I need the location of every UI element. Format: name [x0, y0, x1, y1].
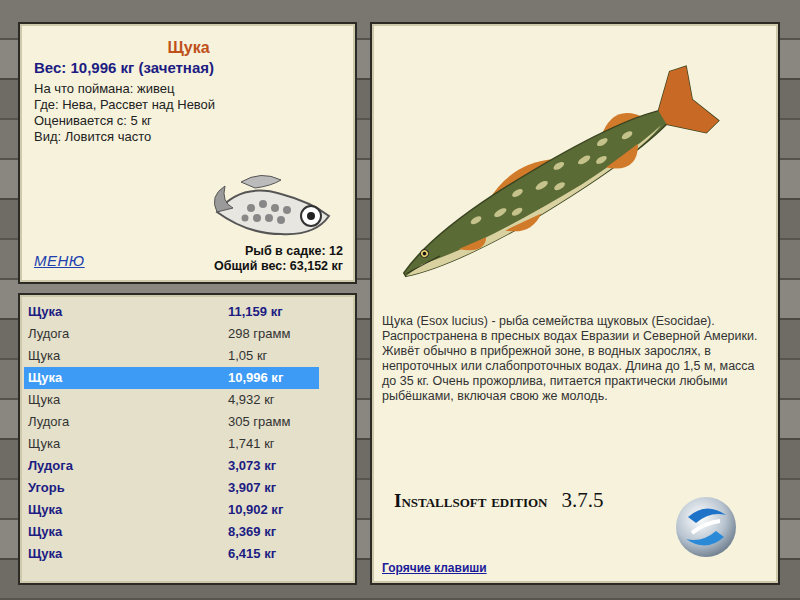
catch-list: Щука11,159 кгЛудога298 граммЩука1,05 кгЩ…	[18, 293, 357, 585]
info-panel: Щука (Esox lucius) - рыба семейства щуко…	[370, 22, 780, 585]
fish-detail: Где: Нева, Рассвет над Невой	[34, 97, 343, 113]
fish-card-panel: ЩукаВес: 10,996 кг (зачетная) На что пойм…	[18, 22, 357, 284]
catch-row[interactable]: Лудога3,073 кг	[24, 455, 319, 477]
catch-name: Лудога	[28, 412, 228, 432]
edition-label: Installsoft edition 3.7.5	[382, 485, 604, 517]
catch-weight: 305 грамм	[228, 412, 290, 432]
installsoft-logo-icon	[674, 495, 738, 559]
catch-row[interactable]: Лудога305 грамм	[24, 411, 319, 433]
catch-row[interactable]: Щука6,415 кг	[24, 543, 319, 565]
hotkeys-link[interactable]: Горячие клавиши	[382, 559, 768, 577]
catch-weight: 6,415 кг	[228, 544, 276, 564]
catch-row[interactable]: Щука10,996 кг	[24, 367, 319, 389]
catch-weight: 1,741 кг	[228, 434, 275, 454]
fish-description: Щука (Esox lucius) - рыба семейства щуко…	[382, 314, 768, 404]
catch-weight: 4,932 кг	[228, 390, 275, 410]
catch-row[interactable]: Щука11,159 кг	[24, 301, 319, 323]
catch-row[interactable]: Угорь3,907 кг	[24, 477, 319, 499]
fish-detail: Вид: Ловится часто	[34, 129, 343, 145]
left-column: ЩукаВес: 10,996 кг (зачетная)На что пойм…	[18, 22, 357, 585]
pike-icon	[382, 34, 768, 302]
catch-name: Щука	[28, 522, 228, 542]
card-bottom: МЕНЮ Рыб в садке: 12Общий вес: 63,152 кг	[34, 172, 343, 274]
game-screen: ЩукаВес: 10,996 кг (зачетная)На что пойм…	[0, 0, 800, 600]
edition-version: 3.7.5	[562, 488, 604, 512]
info-footer: Installsoft edition 3.7.5 Горячие клавиши	[382, 404, 768, 577]
catch-row[interactable]: Щука10,902 кг	[24, 499, 319, 521]
catch-name: Угорь	[28, 478, 228, 498]
fish-detail: Оценивается с: 5 кг	[34, 113, 343, 129]
catch-weight: 3,907 кг	[228, 478, 276, 498]
catch-weight: 11,159 кг	[228, 302, 283, 322]
catch-name: Щука	[28, 390, 228, 410]
catch-weight: 298 грамм	[228, 324, 290, 344]
fish-detail: На что поймана: живец	[34, 81, 343, 97]
catch-row[interactable]: Щука4,932 кг	[24, 389, 319, 411]
fish-weight: Вес: 10,996 кг (зачетная)	[34, 58, 343, 78]
catch-weight: 1,05 кг	[228, 346, 267, 366]
catch-weight: 10,996 кг	[228, 368, 283, 388]
catch-name: Щука	[28, 434, 228, 454]
catch-weight: 10,902 кг	[228, 500, 283, 520]
keepnet-info: Рыб в садке: 12Общий вес: 63,152 кг	[211, 172, 343, 274]
fish-title: Щука	[34, 38, 343, 58]
catch-name: Лудога	[28, 456, 228, 476]
catch-name: Щука	[28, 302, 228, 322]
edition-name: Installsoft edition	[382, 490, 548, 511]
catch-row[interactable]: Лудога298 грамм	[24, 323, 319, 345]
catch-row[interactable]: Щука8,369 кг	[24, 521, 319, 543]
catch-name: Лудога	[28, 324, 228, 344]
fish-photo	[382, 34, 768, 302]
catch-weight: 8,369 кг	[228, 522, 276, 542]
total-weight: Общий вес: 63,152 кг	[214, 259, 343, 274]
catch-name: Щука	[28, 346, 228, 366]
catch-weight: 3,073 кг	[228, 456, 276, 476]
decorative-fish-icon	[211, 172, 343, 244]
edition-row: Installsoft edition 3.7.5	[382, 485, 768, 559]
catch-name: Щука	[28, 500, 228, 520]
fish-count: Рыб в садке: 12	[245, 244, 343, 259]
catch-row[interactable]: Щука1,05 кг	[24, 345, 319, 367]
catch-name: Щука	[28, 544, 228, 564]
catch-row[interactable]: Щука1,741 кг	[24, 433, 319, 455]
menu-button[interactable]: МЕНЮ	[34, 250, 85, 275]
catch-name: Щука	[28, 368, 228, 388]
